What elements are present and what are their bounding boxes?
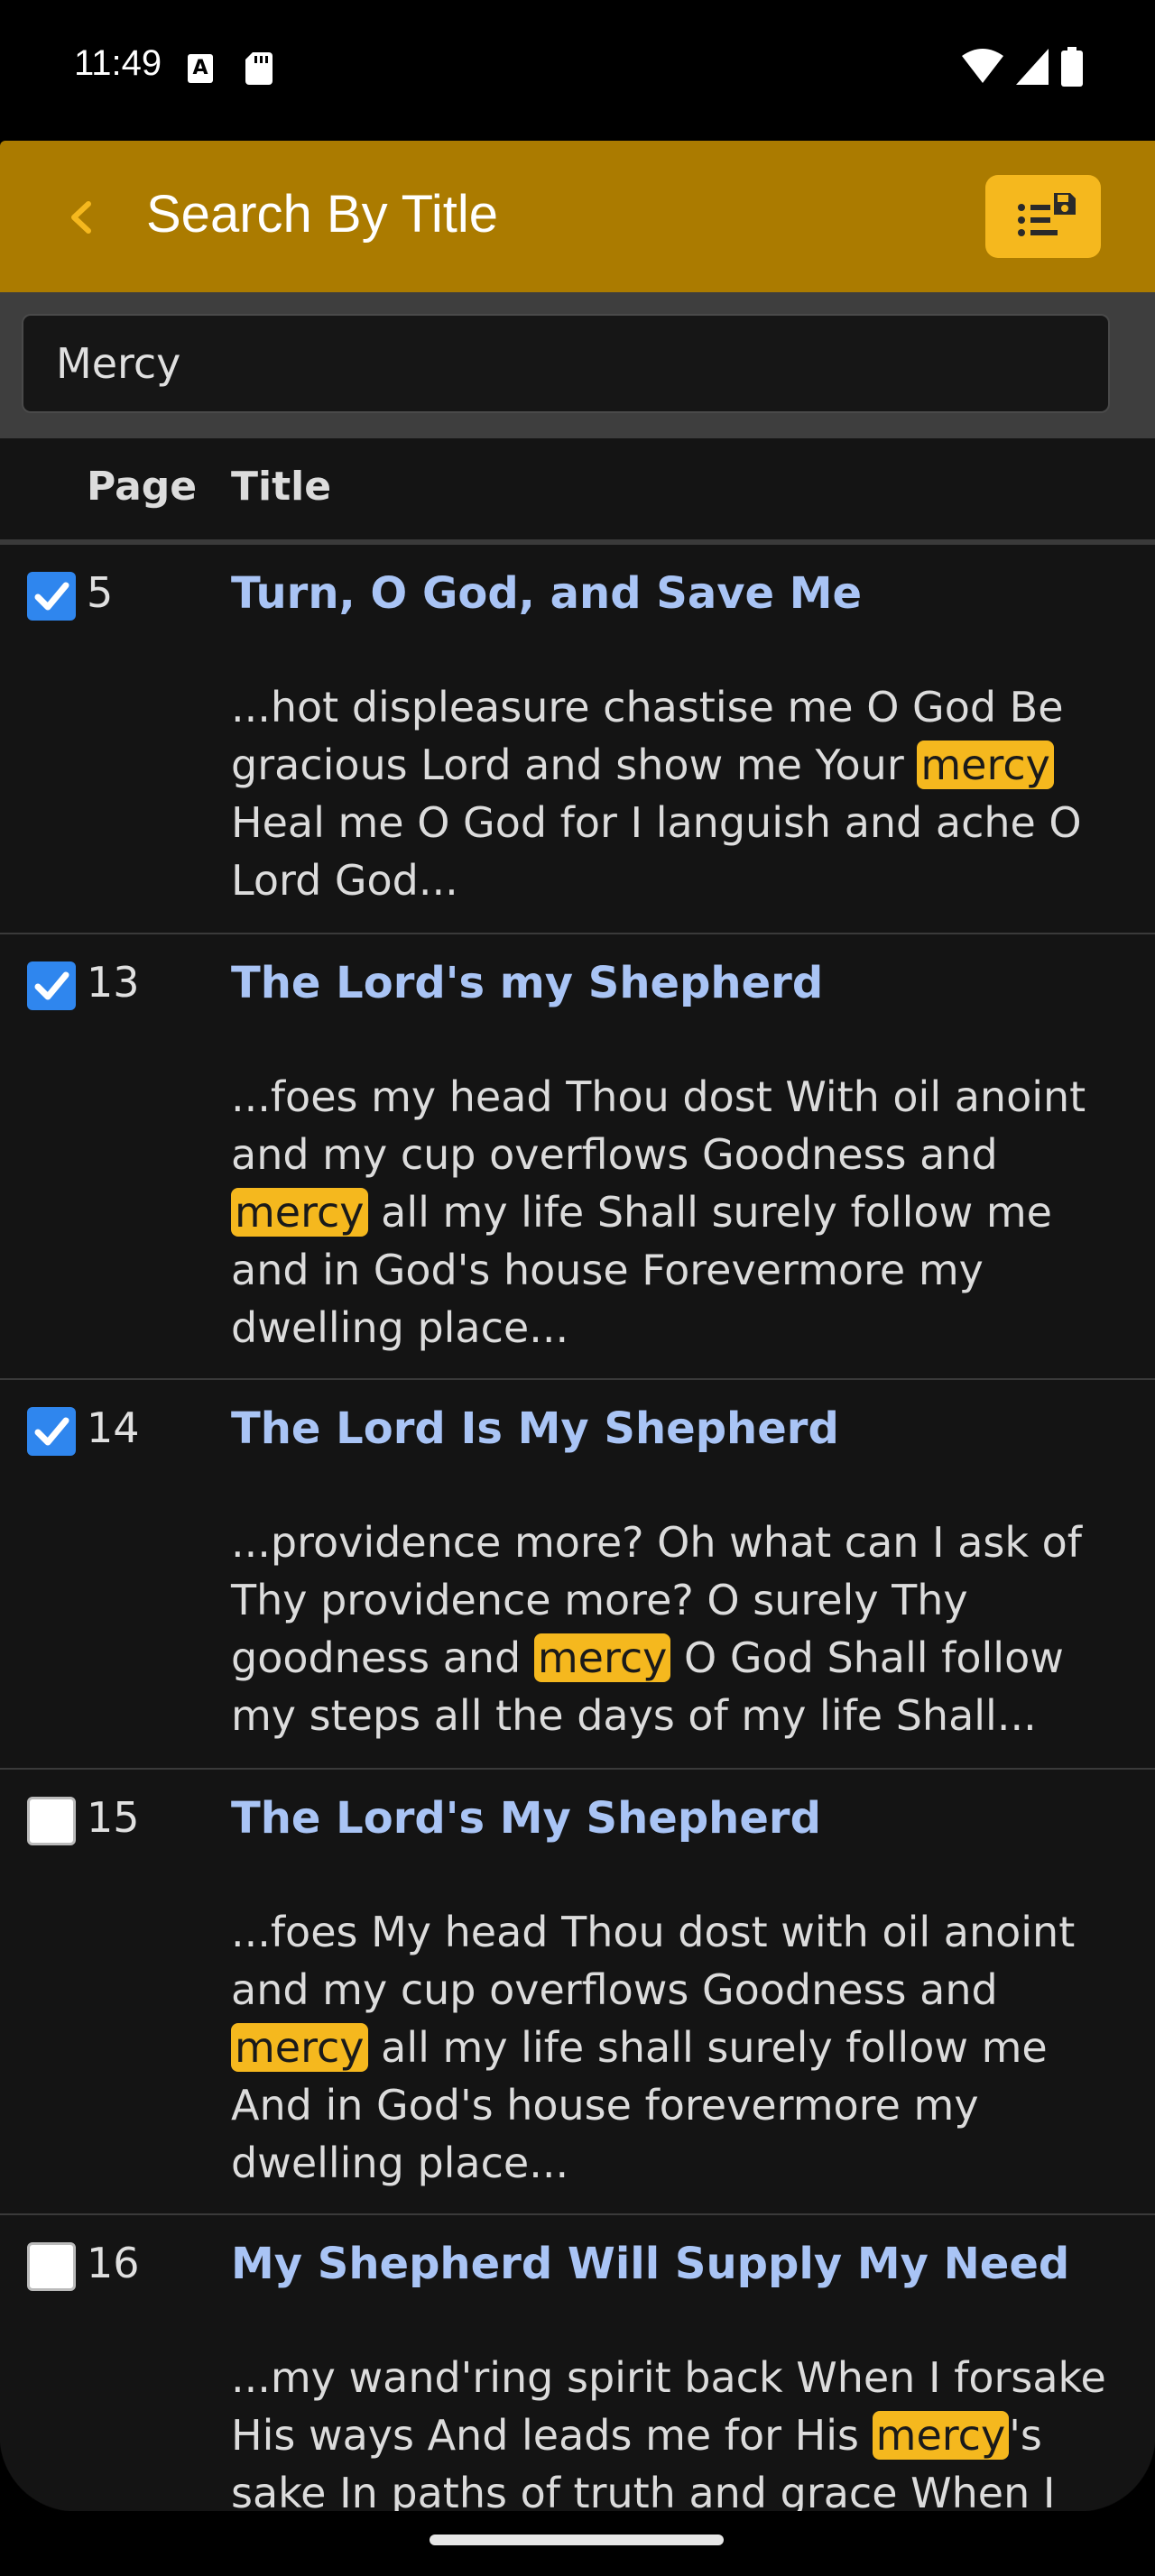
row-title-link[interactable]: The Lord Is My Shepherd — [231, 1403, 839, 1454]
status-bar: 11:49 A — [0, 0, 1155, 141]
result-row[interactable]: 14 The Lord Is My Shepherd ...providence… — [0, 1380, 1155, 1770]
screen-corner — [0, 2435, 76, 2516]
result-row[interactable]: 16 My Shepherd Will Supply My Need ...my… — [0, 2215, 1155, 2511]
row-snippet: ...foes My head Thou dost with oil anoin… — [231, 1908, 1076, 2187]
save-list-icon — [1018, 193, 1076, 236]
results-list[interactable]: 5 Turn, O God, and Save Me ...hot disple… — [0, 545, 1155, 2511]
row-snippet: ...my wand'ring spirit back When I forsa… — [231, 2353, 1106, 2511]
row-page-number: 5 — [87, 568, 114, 617]
match-highlight: mercy — [917, 741, 1054, 789]
row-checkbox[interactable] — [27, 1407, 76, 1456]
row-page-number: 14 — [87, 1403, 140, 1452]
checkmark-icon — [34, 1417, 69, 1446]
signal-icon — [1016, 49, 1049, 88]
status-time: 11:49 — [74, 43, 162, 83]
save-list-button[interactable] — [985, 175, 1101, 258]
wifi-icon — [962, 49, 1003, 88]
row-snippet: ...hot displeasure chastise me O God Be … — [231, 683, 1082, 905]
row-checkbox[interactable] — [27, 1797, 76, 1845]
table-header: Page Title — [0, 438, 1155, 545]
row-title-link[interactable]: The Lord's My Shepherd — [231, 1793, 821, 1844]
search-area — [0, 292, 1155, 438]
match-highlight: mercy — [231, 2023, 368, 2072]
row-snippet: ...providence more? Oh what can I ask of… — [231, 1518, 1082, 1740]
checkmark-icon — [34, 971, 69, 1000]
battery-icon — [1061, 47, 1083, 90]
row-checkbox[interactable] — [27, 961, 76, 1010]
row-snippet: ...foes my head Thou dost With oil anoin… — [231, 1072, 1086, 1352]
row-page-number: 16 — [87, 2239, 140, 2287]
row-title-link[interactable]: Turn, O God, and Save Me — [231, 568, 862, 619]
result-row[interactable]: 15 The Lord's My Shepherd ...foes My hea… — [0, 1770, 1155, 2215]
match-highlight: mercy — [231, 1188, 368, 1237]
screen-corner — [1079, 2435, 1155, 2516]
result-row[interactable]: 5 Turn, O God, and Save Me ...hot disple… — [0, 545, 1155, 934]
result-row[interactable]: 13 The Lord's my Shepherd ...foes my hea… — [0, 934, 1155, 1380]
column-header-page[interactable]: Page — [87, 464, 197, 510]
back-button[interactable] — [51, 186, 114, 249]
checkmark-icon — [34, 582, 69, 611]
row-checkbox[interactable] — [27, 572, 76, 621]
row-page-number: 13 — [87, 958, 140, 1007]
home-gesture-handle[interactable] — [430, 2535, 724, 2545]
a-notification-icon: A — [188, 54, 213, 83]
chevron-left-icon — [71, 201, 91, 234]
row-checkbox[interactable] — [27, 2242, 76, 2291]
page-title: Search By Title — [146, 185, 499, 244]
status-icons — [962, 47, 1083, 90]
match-highlight: mercy — [872, 2411, 1010, 2460]
row-title-link[interactable]: My Shepherd Will Supply My Need — [231, 2239, 1069, 2289]
app-bar: Search By Title — [0, 141, 1155, 292]
match-highlight: mercy — [533, 1633, 671, 1682]
sd-card-icon — [245, 52, 273, 85]
row-page-number: 15 — [87, 1793, 140, 1842]
row-title-link[interactable]: The Lord's my Shepherd — [231, 958, 823, 1008]
search-input[interactable] — [22, 314, 1110, 413]
column-header-title[interactable]: Title — [231, 464, 331, 510]
